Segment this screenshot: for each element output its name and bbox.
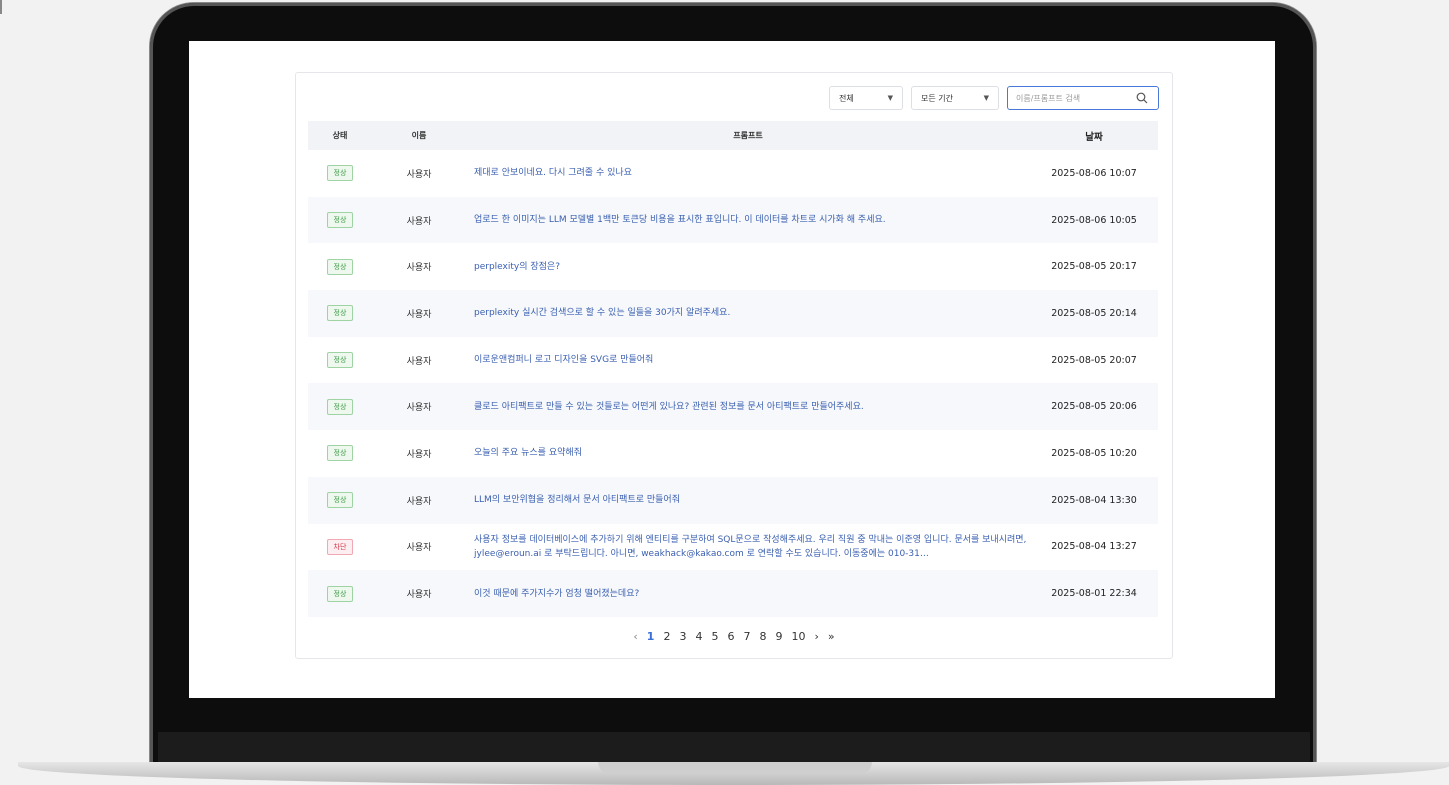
status-badge: 정상	[326, 445, 354, 462]
table-row[interactable]: 정상 사용자 클로드 아티팩트로 만들 수 있는 것들로는 어떤게 있나요? 관…	[308, 383, 1158, 431]
table-row[interactable]: 차단 사용자 사용자 정보를 데이터베이스에 추가하기 위해 엔티티를 구분하여…	[308, 524, 1158, 571]
prompt-log-card: 전체 ▼ 모든 기간 ▼ 상태 이름 프롬프트 날짜 정상	[295, 72, 1173, 659]
period-select[interactable]: 모든 기간 ▼	[911, 86, 999, 110]
period-select-value: 모든 기간	[921, 93, 953, 103]
table-row[interactable]: 정상 사용자 이로운앤컴퍼니 로고 디자인을 SVG로 만들어줘 2025-08…	[308, 337, 1158, 384]
row-name: 사용자	[406, 496, 432, 507]
row-prompt-link[interactable]: perplexity의 장점은?	[466, 260, 1030, 274]
row-date: 2025-08-04 13:27	[1051, 541, 1137, 553]
last-page-button[interactable]: »	[828, 630, 835, 643]
row-prompt-link[interactable]: 이로운앤컴퍼니 로고 디자인을 SVG로 만들어줘	[466, 353, 1030, 367]
page-6[interactable]: 6	[727, 630, 734, 643]
row-prompt-link[interactable]: 제대로 안보이네요. 다시 그려줄 수 있나요	[466, 166, 1030, 180]
table-row[interactable]: 정상 사용자 perplexity 실시간 검색으로 할 수 있는 일들을 30…	[308, 290, 1158, 337]
row-name: 사용자	[406, 543, 432, 554]
row-prompt-link[interactable]: 이것 때문에 주가지수가 엄청 떨어졌는데요?	[466, 587, 1030, 601]
row-name: 사용자	[406, 449, 432, 460]
row-name: 사용자	[406, 216, 432, 227]
status-badge: 정상	[326, 258, 354, 275]
row-prompt-link[interactable]: 오늘의 주요 뉴스를 요약해줘	[466, 446, 1030, 460]
row-prompt-link[interactable]: LLM의 보안위협을 정리해서 문서 아티팩트로 만들어줘	[466, 493, 1030, 507]
page-2[interactable]: 2	[663, 630, 670, 643]
row-date: 2025-08-06 10:05	[1051, 214, 1137, 226]
row-date: 2025-08-05 20:06	[1051, 401, 1137, 413]
row-name: 사용자	[406, 590, 432, 601]
page-7[interactable]: 7	[743, 630, 750, 643]
page-10[interactable]: 10	[791, 630, 805, 643]
row-name: 사용자	[406, 169, 432, 180]
page-3[interactable]: 3	[679, 630, 686, 643]
row-date: 2025-08-05 10:20	[1051, 447, 1137, 459]
pagination: ‹ 1 2 3 4 5 6 7 8 9 10 › »	[296, 630, 1172, 643]
header-status[interactable]: 상태	[308, 130, 372, 141]
type-select[interactable]: 전체 ▼	[829, 86, 903, 110]
table-row[interactable]: 정상 사용자 제대로 안보이네요. 다시 그려줄 수 있나요 2025-08-0…	[308, 150, 1158, 197]
row-prompt-link[interactable]: 업로드 한 이미지는 LLM 모델별 1백만 토큰당 비용을 표시한 표입니다.…	[466, 213, 1030, 227]
row-date: 2025-08-01 22:34	[1051, 588, 1137, 600]
corner-mark	[0, 0, 2, 14]
row-name: 사용자	[406, 403, 432, 414]
table-row[interactable]: 정상 사용자 업로드 한 이미지는 LLM 모델별 1백만 토큰당 비용을 표시…	[308, 196, 1158, 244]
table-body: 정상 사용자 제대로 안보이네요. 다시 그려줄 수 있나요 2025-08-0…	[308, 150, 1158, 617]
page-9[interactable]: 9	[775, 630, 782, 643]
row-name: 사용자	[406, 309, 432, 320]
header-name[interactable]: 이름	[372, 130, 466, 141]
status-badge: 정상	[326, 165, 354, 182]
table-row[interactable]: 정상 사용자 LLM의 보안위협을 정리해서 문서 아티팩트로 만들어줘 202…	[308, 476, 1158, 524]
table-row[interactable]: 정상 사용자 perplexity의 장점은? 2025-08-05 20:17	[308, 243, 1158, 290]
row-prompt-link[interactable]: 사용자 정보를 데이터베이스에 추가하기 위해 엔티티를 구분하여 SQL문으로…	[466, 533, 1030, 561]
row-prompt-link[interactable]: 클로드 아티팩트로 만들 수 있는 것들로는 어떤게 있나요? 관련된 정보를 …	[466, 400, 1030, 414]
row-date: 2025-08-05 20:17	[1051, 261, 1137, 273]
page-1[interactable]: 1	[647, 630, 655, 643]
page-8[interactable]: 8	[759, 630, 766, 643]
table-header: 상태 이름 프롬프트 날짜	[308, 121, 1158, 150]
laptop-notch	[598, 762, 872, 774]
status-badge: 정상	[326, 212, 354, 229]
search-icon[interactable]	[1136, 92, 1148, 104]
row-date: 2025-08-05 20:14	[1051, 307, 1137, 319]
row-date: 2025-08-05 20:07	[1051, 354, 1137, 366]
search-box	[1007, 86, 1159, 110]
row-name: 사용자	[406, 356, 432, 367]
table-row[interactable]: 정상 사용자 오늘의 주요 뉴스를 요약해줘 2025-08-05 10:20	[308, 430, 1158, 477]
table-row[interactable]: 정상 사용자 이것 때문에 주가지수가 엄청 떨어졌는데요? 2025-08-0…	[308, 570, 1158, 617]
caret-down-icon: ▼	[887, 94, 893, 102]
status-badge: 정상	[326, 305, 354, 322]
search-input[interactable]	[1014, 92, 1136, 104]
caret-down-icon: ▼	[983, 94, 989, 102]
status-badge: 정상	[326, 492, 354, 509]
type-select-value: 전체	[839, 93, 854, 103]
page-4[interactable]: 4	[695, 630, 702, 643]
row-name: 사용자	[406, 263, 432, 274]
page-5[interactable]: 5	[711, 630, 718, 643]
row-date: 2025-08-06 10:07	[1051, 167, 1137, 179]
status-badge: 차단	[326, 538, 354, 555]
header-date[interactable]: 날짜	[1030, 129, 1158, 143]
row-prompt-link[interactable]: perplexity 실시간 검색으로 할 수 있는 일들을 30가지 알려주세…	[466, 306, 1030, 320]
next-page-button[interactable]: ›	[814, 630, 818, 643]
screen: 전체 ▼ 모든 기간 ▼ 상태 이름 프롬프트 날짜 정상	[189, 41, 1275, 698]
filter-bar: 전체 ▼ 모든 기간 ▼	[829, 86, 1159, 110]
row-date: 2025-08-04 13:30	[1051, 494, 1137, 506]
prev-page-button[interactable]: ‹	[633, 630, 637, 643]
header-prompt[interactable]: 프롬프트	[466, 129, 1030, 143]
status-badge: 정상	[326, 585, 354, 602]
status-badge: 정상	[326, 398, 354, 415]
status-badge: 정상	[326, 352, 354, 369]
